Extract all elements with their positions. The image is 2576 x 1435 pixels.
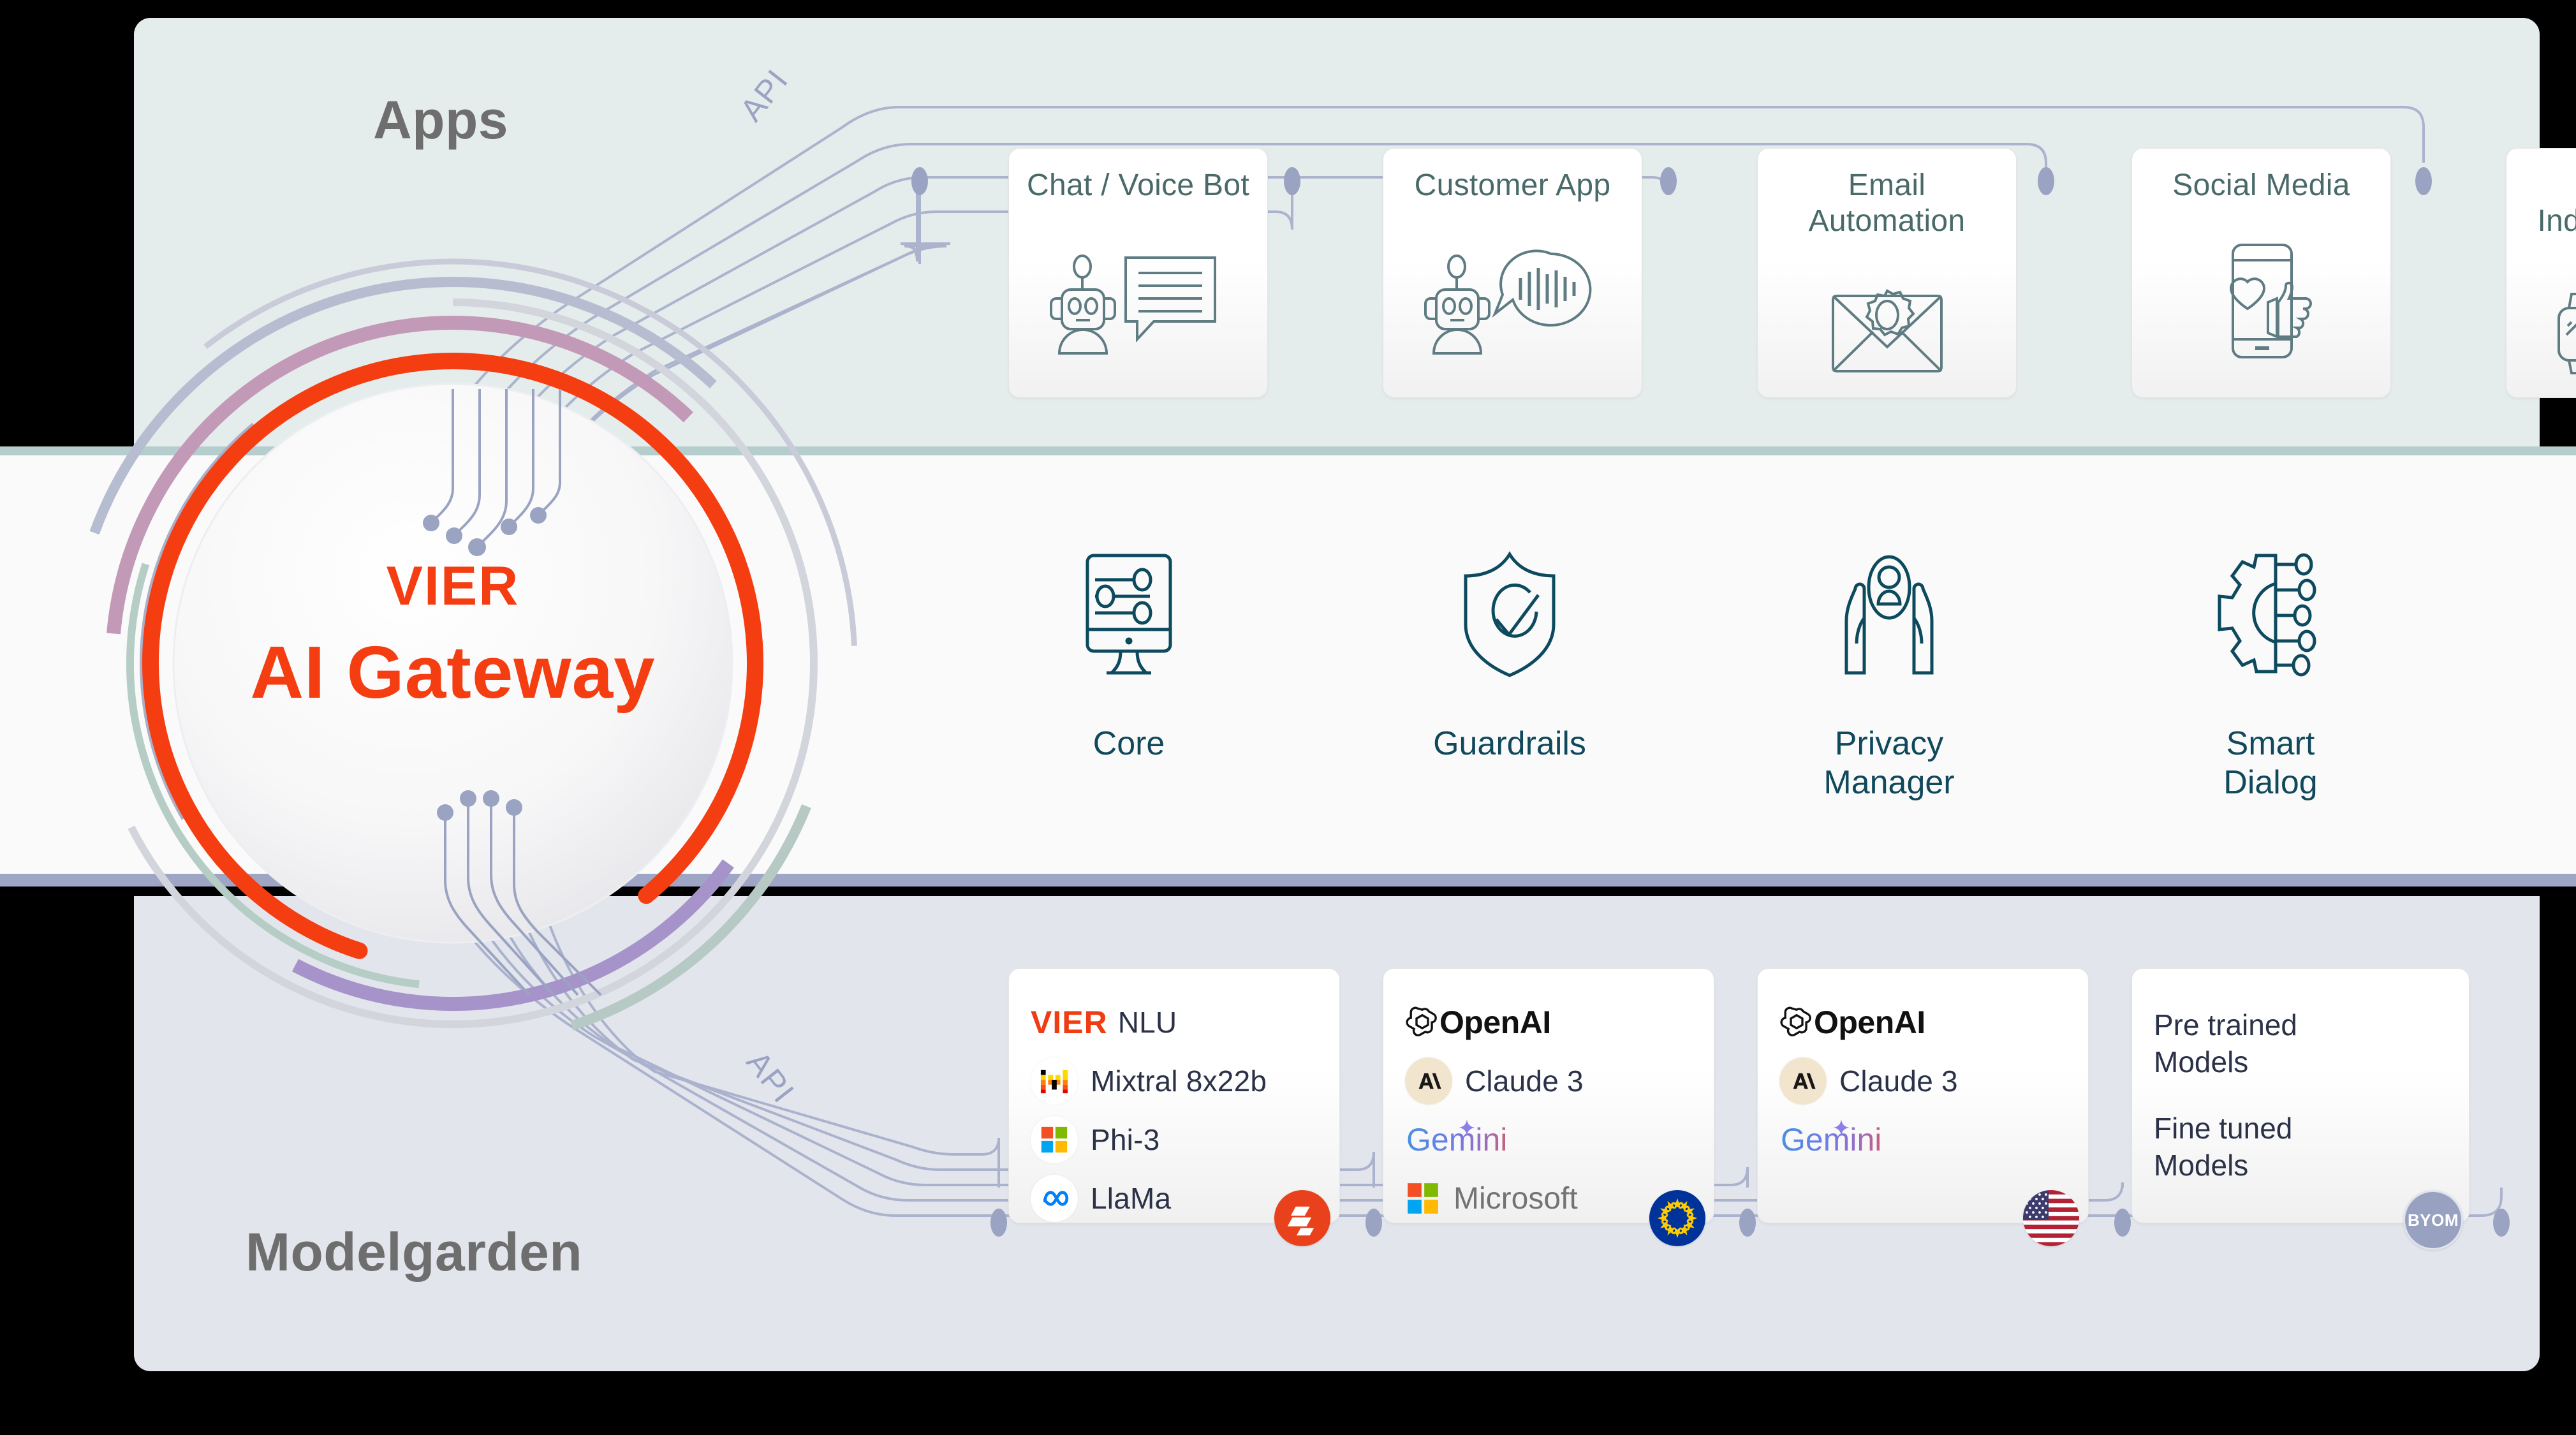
shield-check-icon bbox=[1449, 541, 1570, 688]
app-card-label: Social Media bbox=[2172, 168, 2350, 202]
us-flag-badge bbox=[2023, 1190, 2079, 1246]
vier-logo-icon: VIER bbox=[1031, 1004, 1108, 1040]
anthropic-logo-icon bbox=[1779, 1057, 1827, 1105]
anthropic-logo-icon bbox=[1405, 1057, 1452, 1105]
microsoft-logo-icon bbox=[1406, 1182, 1439, 1215]
capability-core[interactable]: Core bbox=[1008, 541, 1250, 763]
app-card-label: Email Automation bbox=[1808, 168, 1966, 239]
model-row-label: Claude 3 bbox=[1839, 1064, 1958, 1098]
model-row: Claude 3 bbox=[1779, 1052, 2088, 1110]
app-card-social-media[interactable]: Social Media bbox=[2131, 148, 2391, 398]
gemini-sparkle-icon bbox=[1832, 1118, 1851, 1140]
model-card-byom[interactable]: Pre trained Models Fine tuned Models bbox=[2131, 968, 2469, 1223]
app-card-label: Device Independence bbox=[2537, 204, 2576, 239]
phone-heart-thumb-icon bbox=[2132, 203, 2390, 397]
gemini-wordmark-icon: Gemini bbox=[1781, 1122, 1882, 1158]
capability-knowledge-manager[interactable]: Knowledge Manager bbox=[2542, 541, 2576, 803]
capability-label: Core bbox=[1093, 725, 1165, 762]
gemini-wordmark-icon: Gemini bbox=[1406, 1122, 1508, 1158]
capability-smart-dialog[interactable]: Smart Dialog bbox=[2149, 541, 2392, 803]
pretrained-models-text: Pre trained Models bbox=[2154, 1008, 2298, 1078]
model-card-header: VIER NLU bbox=[1031, 993, 1339, 1052]
openai-logo-icon bbox=[1405, 1005, 1439, 1040]
model-row: Mixtral 8x22b bbox=[1031, 1052, 1339, 1110]
vier-logo-badge bbox=[1274, 1190, 1330, 1246]
microsoft-logo-icon bbox=[1031, 1116, 1078, 1163]
mistral-logo-icon bbox=[1031, 1057, 1078, 1105]
model-row-label: Microsoft bbox=[1454, 1181, 1578, 1216]
robot-chat-icon bbox=[1009, 203, 1267, 397]
model-row: Claude 3 bbox=[1405, 1052, 1714, 1110]
gemini-sparkle-icon bbox=[1457, 1118, 1476, 1140]
capability-label: Smart Dialog bbox=[2223, 725, 2318, 802]
model-card-openai-eu[interactable]: OpenAI Claude 3 Gemini Microsoft bbox=[1383, 968, 1714, 1223]
capability-privacy-manager[interactable]: Privacy Manager bbox=[1768, 541, 2010, 803]
model-header-brand: OpenAI bbox=[1439, 1004, 1551, 1040]
gear-network-icon bbox=[2207, 541, 2334, 688]
capability-label: Privacy Manager bbox=[1823, 725, 1955, 802]
model-card-header: OpenAI bbox=[1405, 993, 1714, 1052]
model-card-header: OpenAI bbox=[1779, 993, 2088, 1052]
model-row-label: LlaMa bbox=[1091, 1182, 1172, 1215]
capability-guardrails[interactable]: Guardrails bbox=[1388, 541, 1631, 763]
app-card-device-independence[interactable]: Device Independence bbox=[2506, 148, 2576, 398]
app-card-email-automation[interactable]: Email Automation bbox=[1757, 148, 2017, 398]
app-card-customer-app[interactable]: Customer App bbox=[1383, 148, 1642, 398]
model-header-brand: OpenAI bbox=[1814, 1004, 1925, 1040]
model-card-openai-us[interactable]: OpenAI Claude 3 Gemini bbox=[1757, 968, 2089, 1223]
robot-voice-icon bbox=[1383, 203, 1642, 397]
envelope-gear-icon bbox=[1758, 239, 2016, 397]
ai-gateway-logo: VIER AI Gateway bbox=[26, 236, 880, 1091]
apps-band-title: Apps bbox=[373, 90, 508, 150]
capability-label: Guardrails bbox=[1433, 725, 1586, 762]
monitor-sliders-icon bbox=[1068, 541, 1189, 688]
model-row-label: Mixtral 8x22b bbox=[1091, 1064, 1267, 1098]
app-card-chat-voice-bot[interactable]: Chat / Voice Bot bbox=[1008, 148, 1268, 398]
hands-person-icon bbox=[1829, 541, 1950, 688]
gateway-text-block: VIER AI Gateway bbox=[26, 555, 880, 715]
modelgarden-band-title: Modelgarden bbox=[246, 1222, 583, 1282]
gateway-brand: VIER bbox=[386, 556, 520, 617]
gateway-title: AI Gateway bbox=[250, 631, 656, 714]
multi-device-icon bbox=[2506, 239, 2576, 397]
model-row-label: Phi-3 bbox=[1091, 1123, 1160, 1156]
model-header-suffix: NLU bbox=[1117, 1006, 1177, 1039]
byom-badge-label: BYOM bbox=[2408, 1210, 2459, 1230]
byom-badge: BYOM bbox=[2403, 1190, 2463, 1250]
model-card-vier-nlu[interactable]: VIER NLU Mixtral 8x22b Phi-3 LlaMa bbox=[1008, 968, 1340, 1223]
finetuned-models-text: Fine tuned Models bbox=[2154, 1111, 2293, 1182]
diagram-canvas: Apps Modelgarden API API Chat / Voice Bo… bbox=[0, 0, 2576, 1435]
model-row-label: Claude 3 bbox=[1465, 1064, 1584, 1098]
model-row: Phi-3 bbox=[1031, 1110, 1339, 1169]
eu-flag-badge bbox=[1649, 1190, 1705, 1246]
app-card-label: Customer App bbox=[1414, 168, 1611, 202]
model-row: Gemini bbox=[1405, 1110, 1714, 1169]
meta-logo-icon bbox=[1031, 1175, 1078, 1222]
openai-logo-icon bbox=[1779, 1005, 1814, 1040]
model-row: Gemini bbox=[1779, 1110, 2088, 1169]
app-card-label: Chat / Voice Bot bbox=[1026, 168, 1249, 202]
